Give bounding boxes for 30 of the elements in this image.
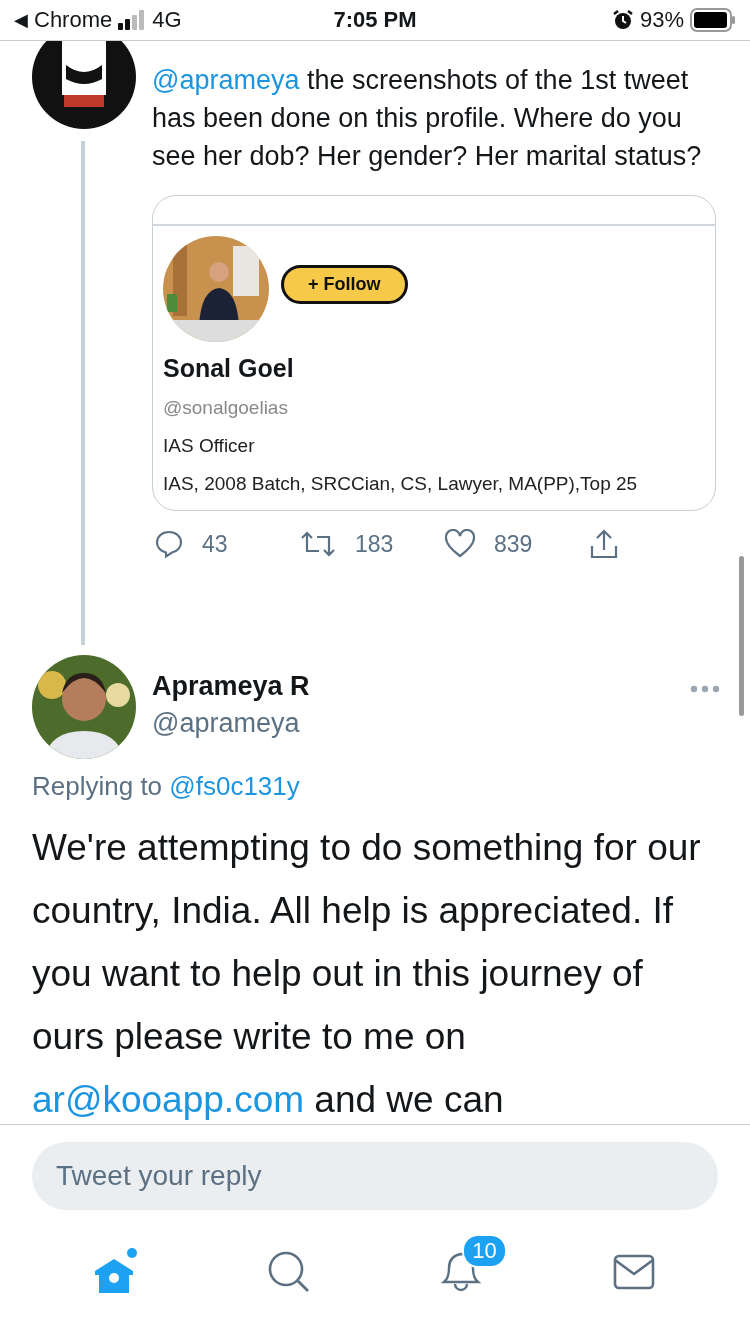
back-arrow[interactable]: ◀ bbox=[14, 9, 28, 31]
notification-badge: 10 bbox=[462, 1234, 507, 1268]
tweet-text: We're attempting to do something for our country, India. All help is appreciated. If you want to help out in this journey of ours please write to me on ar@kooapp.com and we can bbox=[32, 826, 702, 1122]
follow-button[interactable]: + Follow bbox=[281, 264, 408, 304]
embedded-image[interactable]: + Follow Sonal Goel @sonalgoelias IAS Officer IAS, 2008 Batch, SRCCian, CS, Lawyer, MA(PP),Top 25 bbox=[152, 195, 716, 511]
replying-to-text: Replying to @fs0c131y bbox=[32, 771, 301, 802]
clock: 7:05 PM bbox=[333, 7, 417, 33]
network-label: 4G bbox=[152, 7, 182, 33]
heart-icon[interactable] bbox=[444, 529, 476, 559]
profile-name: Sonal Goel bbox=[163, 354, 295, 383]
profile-title: IAS Officer bbox=[163, 435, 256, 457]
signal-icon bbox=[118, 10, 147, 30]
mail-icon[interactable] bbox=[612, 1254, 655, 1290]
like-count: 839 bbox=[494, 530, 533, 558]
alarm-icon bbox=[611, 9, 634, 31]
share-icon[interactable] bbox=[589, 528, 619, 560]
reply-icon[interactable] bbox=[154, 529, 184, 559]
reply-field[interactable]: Tweet your reply bbox=[32, 1142, 718, 1210]
tweet-text: @aprameya the screenshots of the 1st tweet has been done on this profile. Where do you see her dob? Her gender? Her marital status? bbox=[152, 64, 703, 173]
battery-percent: 93% bbox=[639, 7, 684, 33]
profile-handle: @sonalgoelias bbox=[163, 397, 289, 419]
search-icon[interactable] bbox=[267, 1251, 310, 1293]
back-label[interactable]: Chrome bbox=[34, 7, 113, 33]
retweet-icon[interactable] bbox=[299, 529, 337, 559]
profile-bio: IAS, 2008 Batch, SRCCian, CS, Lawyer, MA(PP),Top 25 bbox=[163, 473, 639, 495]
retweet-count: 183 bbox=[355, 530, 394, 558]
author-handle[interactable]: @aprameya bbox=[152, 708, 310, 739]
author-name[interactable]: Aprameya R bbox=[152, 671, 310, 702]
battery-icon bbox=[690, 8, 736, 32]
reply-count: 43 bbox=[202, 530, 228, 558]
